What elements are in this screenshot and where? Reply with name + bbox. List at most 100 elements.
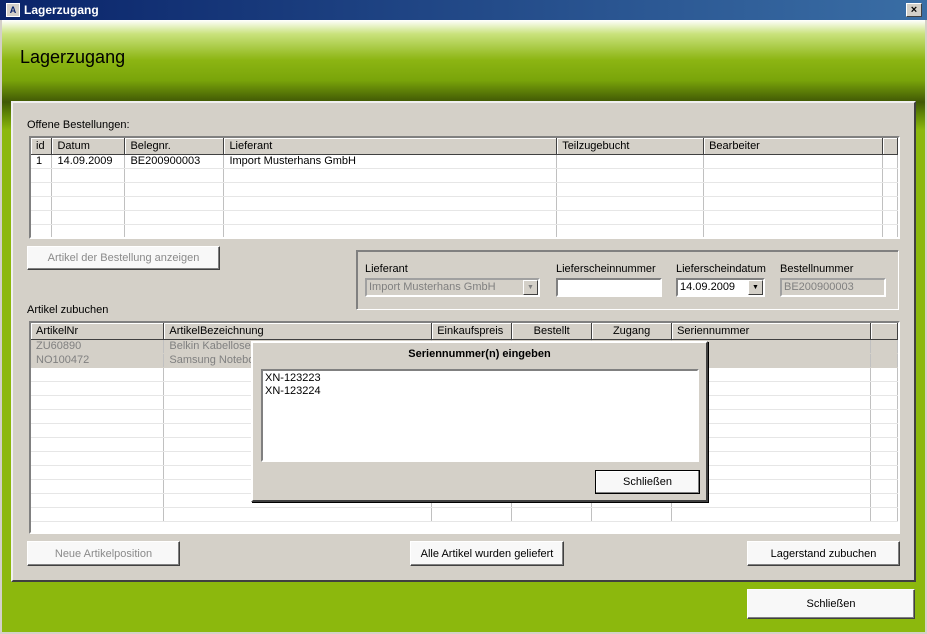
table-row	[31, 168, 898, 183]
table-cell-filler	[870, 423, 898, 438]
table-cell	[124, 210, 225, 225]
table-cell-filler	[870, 507, 898, 522]
table-cell	[31, 507, 165, 522]
articles-label: Artikel zubuchen	[27, 304, 109, 316]
table-row[interactable]: 1 14.09.2009 BE200900003 Import Musterhans …	[31, 154, 898, 169]
close-window-button[interactable]: ×	[906, 3, 922, 17]
table-cell: 14.09.2009	[51, 154, 126, 169]
table-cell	[223, 196, 558, 211]
column-header[interactable]: ArtikelNr	[31, 323, 165, 340]
delivery-groupbox: Lieferant Import Musterhans GmbH ▼ Liefe…	[356, 250, 899, 310]
table-cell-filler	[870, 451, 898, 466]
column-header[interactable]: Belegnr.	[124, 138, 225, 155]
table-cell-filler	[870, 409, 898, 424]
table-cell	[31, 367, 165, 382]
orders-grid[interactable]: id Datum Belegnr. Lieferant Teilzugebucht Bea…	[29, 136, 900, 239]
table-cell-filler	[870, 339, 898, 354]
serial-number-line: XN-123224	[265, 385, 321, 397]
table-cell	[31, 168, 53, 183]
table-cell	[31, 479, 165, 494]
column-header[interactable]: Datum	[51, 138, 126, 155]
table-cell	[51, 196, 126, 211]
table-cell	[124, 224, 225, 237]
table-cell	[31, 451, 165, 466]
table-cell	[556, 224, 705, 237]
table-cell	[556, 168, 705, 183]
table-cell: Import Musterhans GmbH	[223, 154, 558, 169]
column-header[interactable]: Lieferant	[223, 138, 558, 155]
column-header-filler	[870, 323, 898, 340]
table-cell-filler	[870, 395, 898, 410]
window-title: Lagerzugang	[24, 3, 99, 17]
book-stock-button[interactable]: Lagerstand zubuchen	[747, 541, 900, 566]
table-cell	[124, 196, 225, 211]
column-header[interactable]: Teilzugebucht	[556, 138, 705, 155]
table-cell-filler	[870, 479, 898, 494]
table-cell	[31, 493, 165, 508]
column-header[interactable]: Bearbeiter	[703, 138, 883, 155]
serial-number-dialog: Seriennummer(n) eingeben XN-123223 XN-123…	[251, 341, 708, 502]
table-cell	[51, 168, 126, 183]
table-cell-filler	[882, 154, 898, 169]
delivery-note-number-input[interactable]	[556, 278, 662, 297]
table-cell-filler	[882, 196, 898, 211]
table-cell-filler	[882, 182, 898, 197]
column-header[interactable]: Bestellt	[511, 323, 593, 340]
table-cell	[31, 182, 53, 197]
chevron-down-icon[interactable]: ▼	[523, 280, 538, 295]
table-cell	[31, 465, 165, 480]
column-header[interactable]: ArtikelBezeichnung	[163, 323, 433, 340]
delivery-note-number-label: Lieferscheinnummer	[556, 263, 656, 275]
table-row	[31, 196, 898, 211]
table-cell	[556, 182, 705, 197]
orders-label: Offene Bestellungen:	[27, 119, 130, 131]
table-cell	[703, 196, 883, 211]
new-article-position-button[interactable]: Neue Artikelposition	[27, 541, 180, 566]
supplier-label: Lieferant	[365, 263, 408, 275]
supplier-combo[interactable]: Import Musterhans GmbH ▼	[365, 278, 540, 297]
table-cell-filler	[882, 168, 898, 183]
app-icon: A	[6, 3, 20, 17]
table-cell	[31, 437, 165, 452]
table-cell-filler	[870, 353, 898, 368]
table-cell	[703, 224, 883, 237]
table-cell	[31, 224, 53, 237]
table-cell	[556, 210, 705, 225]
table-cell	[124, 168, 225, 183]
header-title: Lagerzugang	[20, 47, 126, 67]
table-cell-filler	[870, 437, 898, 452]
table-cell	[31, 210, 53, 225]
table-cell	[556, 196, 705, 211]
column-header[interactable]: id	[31, 138, 53, 155]
show-articles-button[interactable]: Artikel der Bestellung anzeigen	[27, 246, 220, 270]
table-cell	[223, 182, 558, 197]
column-header[interactable]: Einkaufspreis	[431, 323, 513, 340]
table-row	[31, 507, 898, 522]
table-cell: ZU60890	[31, 339, 165, 354]
orders-table: id Datum Belegnr. Lieferant Teilzugebucht Bea…	[31, 138, 898, 237]
window-titlebar: A Lagerzugang ×	[0, 0, 927, 20]
column-header[interactable]: Seriennummer	[671, 323, 871, 340]
table-cell	[223, 224, 558, 237]
order-number-label: Bestellnummer	[780, 263, 854, 275]
table-cell	[703, 168, 883, 183]
table-cell	[31, 196, 53, 211]
table-cell	[431, 507, 513, 522]
serial-dialog-close-button[interactable]: Schließen	[595, 470, 700, 494]
serial-dialog-title: Seriennummer(n) eingeben	[408, 348, 551, 360]
column-header-filler	[882, 138, 898, 155]
serial-number-line: XN-123223	[265, 372, 321, 384]
table-cell: 1	[31, 154, 53, 169]
chevron-down-icon[interactable]: ▼	[748, 280, 763, 295]
delivery-note-date-picker[interactable]: 14.09.2009 ▼	[676, 278, 765, 297]
serial-number-textarea[interactable]: XN-123223 XN-123224	[261, 369, 699, 462]
column-header[interactable]: Zugang	[591, 323, 673, 340]
close-button[interactable]: Schließen	[747, 589, 915, 619]
order-number-field: BE200900003	[780, 278, 886, 297]
table-cell	[31, 395, 165, 410]
table-row	[31, 224, 898, 237]
all-delivered-button[interactable]: Alle Artikel wurden geliefert	[410, 541, 564, 566]
table-cell-filler	[870, 493, 898, 508]
table-row	[31, 210, 898, 225]
table-cell	[223, 210, 558, 225]
